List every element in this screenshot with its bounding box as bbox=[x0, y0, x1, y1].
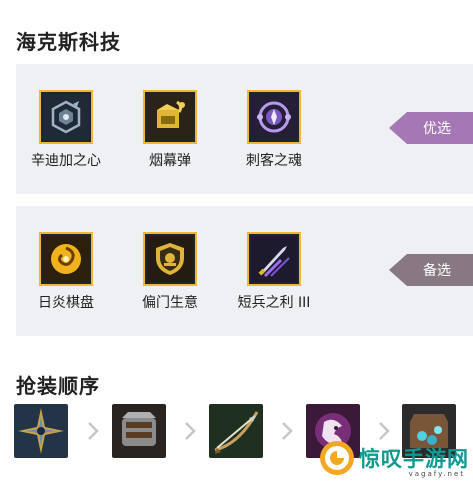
side-business-icon[interactable] bbox=[143, 232, 197, 286]
augment-panel-alternative: 日炎棋盘 偏门生意 短兵之利 III 备选 bbox=[16, 206, 473, 336]
augment-label: 刺客之魂 bbox=[246, 153, 302, 169]
augment-label: 偏门生意 bbox=[142, 295, 198, 311]
augment-label: 辛迪加之心 bbox=[31, 153, 101, 169]
armor-gauntlet-item-icon[interactable] bbox=[112, 404, 166, 458]
watermark-text: 惊叹手游网 bbox=[359, 447, 469, 471]
alternative-tag: 备选 bbox=[389, 254, 473, 286]
augment-label: 短兵之利 III bbox=[237, 295, 311, 311]
preferred-tag: 优选 bbox=[389, 112, 473, 144]
smoke-bomb-icon[interactable] bbox=[143, 90, 197, 144]
augment-label: 烟幕弹 bbox=[149, 153, 191, 169]
chevron-right-icon bbox=[180, 420, 200, 442]
bow-arrow-item-icon[interactable] bbox=[209, 404, 263, 458]
augment-item[interactable]: 刺客之魂 bbox=[224, 90, 324, 170]
sunfire-board-icon[interactable] bbox=[39, 232, 93, 286]
watermark-subtext: vagafy.net bbox=[408, 470, 465, 478]
augment-item[interactable]: 日炎棋盘 bbox=[16, 232, 116, 312]
chevron-right-icon bbox=[277, 420, 297, 442]
augment-item[interactable]: 短兵之利 III bbox=[224, 232, 324, 312]
chevron-right-icon bbox=[374, 420, 394, 442]
section-title-build-order: 抢装顺序 bbox=[16, 374, 100, 398]
watermark-logo-icon bbox=[320, 441, 354, 475]
section-title-hextech: 海克斯科技 bbox=[16, 30, 121, 54]
dagger-edge-icon[interactable] bbox=[247, 232, 301, 286]
syndicate-heart-icon[interactable] bbox=[39, 90, 93, 144]
augment-item[interactable]: 烟幕弹 bbox=[120, 90, 220, 170]
augment-label: 日炎棋盘 bbox=[38, 295, 94, 311]
chevron-right-icon bbox=[83, 420, 103, 442]
assassin-soul-icon[interactable] bbox=[247, 90, 301, 144]
augment-panel-preferred: 辛迪加之心 烟幕弹 刺客之魂 优选 bbox=[16, 64, 473, 194]
augment-item[interactable]: 辛迪加之心 bbox=[16, 90, 116, 170]
augment-item[interactable]: 偏门生意 bbox=[120, 232, 220, 312]
shuriken-item-icon[interactable] bbox=[14, 404, 68, 458]
